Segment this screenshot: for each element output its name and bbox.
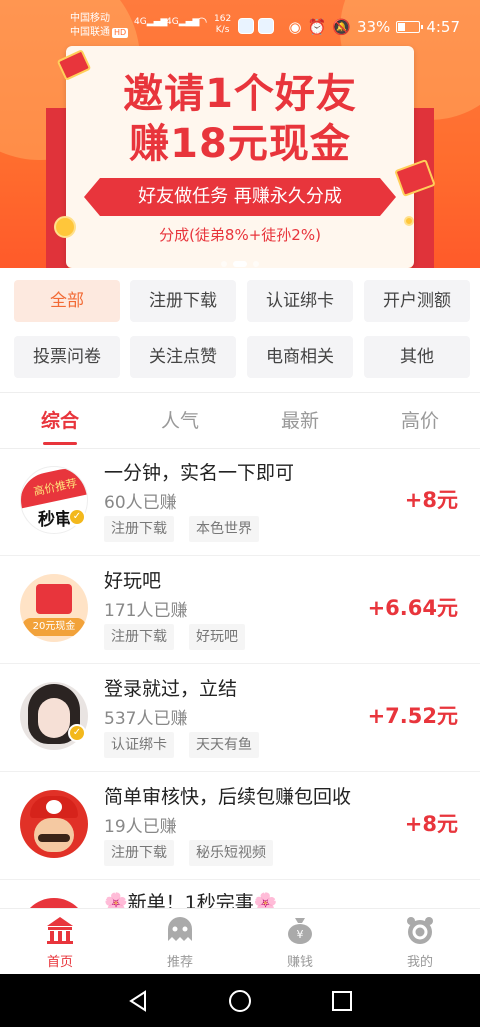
- task-reward: +7.52元: [367, 704, 458, 728]
- task-count: 171人已赚: [104, 601, 188, 621]
- status-right: ◉ ⏰ 🔕 33% 4:57: [289, 18, 461, 36]
- signal-2-icon: 4G▂▄▆: [166, 17, 200, 27]
- nav-label: 我的: [406, 955, 433, 970]
- nav-label: 赚钱: [286, 955, 313, 970]
- hd-badge: HD: [112, 28, 129, 38]
- nav-label: 首页: [46, 955, 73, 970]
- task-tag: 秘乐短视频: [189, 840, 273, 866]
- banner-ribbon-text: 好友做任务 再赚永久分成: [84, 178, 396, 216]
- category-ecommerce[interactable]: 电商相关: [247, 336, 353, 378]
- carousel-indicator: [0, 252, 480, 268]
- carrier-2: 中国联通: [70, 27, 110, 38]
- back-icon[interactable]: [126, 989, 150, 1013]
- eye-icon: ◉: [288, 18, 302, 36]
- battery-percent: 33%: [356, 18, 391, 36]
- battery-icon: [396, 21, 424, 33]
- banner-headline-1: 邀请1个好友: [123, 71, 357, 117]
- task-tag: 天天有鱼: [189, 732, 259, 758]
- task-reward: +8元: [404, 812, 458, 836]
- money-bag-icon: ¥: [288, 918, 312, 944]
- system-nav-bar: [0, 974, 480, 1027]
- nav-recommend[interactable]: 推荐: [120, 909, 240, 975]
- category-vote-survey[interactable]: 投票问卷: [14, 336, 120, 378]
- clock: 4:57: [426, 18, 460, 36]
- carousel-dot: [221, 261, 227, 267]
- carousel-dot: [253, 261, 259, 267]
- tab-high-price[interactable]: 高价: [360, 406, 480, 433]
- task-count: 537人已赚: [104, 709, 188, 729]
- nav-profile[interactable]: 我的: [360, 909, 480, 975]
- task-item[interactable]: ✓ 登录就过，立结 537人已赚 认证绑卡 天天有鱼 +7.52元: [0, 664, 480, 772]
- task-title: 好玩吧: [104, 570, 162, 592]
- home-circle-icon[interactable]: [228, 989, 252, 1013]
- divider: [0, 392, 480, 393]
- task-count: 60人已赚: [104, 493, 177, 513]
- verified-icon: ✓: [68, 724, 86, 742]
- banner-headline-2: 赚18元现金: [129, 121, 351, 167]
- carrier-info: 中国移动 中国联通 HD: [70, 12, 129, 40]
- task-title: 一分钟，实名一下即可: [104, 462, 295, 484]
- network-speed: 162 K/s: [214, 14, 232, 35]
- task-reward: +8元: [404, 488, 458, 512]
- avatar-cap-logo: [46, 800, 62, 814]
- category-all[interactable]: 全部: [14, 280, 120, 322]
- home-icon: [47, 917, 73, 944]
- nav-earn[interactable]: ¥ 赚钱: [240, 909, 360, 975]
- avatar-mustache: [38, 834, 70, 842]
- category-register-download[interactable]: 注册下载: [130, 280, 236, 322]
- task-reward: +6.64元: [367, 596, 458, 620]
- app-notification-icon: [238, 18, 254, 34]
- banner-share-text: 分成(徒弟8%+徒孙2%): [159, 226, 321, 244]
- task-item[interactable]: 20元现金 好玩吧 171人已赚 注册下载 好玩吧 +6.64元: [0, 556, 480, 664]
- status-bar: 中国移动 中国联通 HD 4G▂▄▆ 4G▂▄▆ ◠ 162 K/s ◉ ⏰ 🔕 …: [0, 0, 480, 42]
- carrier-1: 中国移动: [70, 13, 110, 24]
- avatar-label: 20元现金: [22, 618, 86, 636]
- mute-icon: 🔕: [332, 18, 351, 36]
- red-envelope-icon: [36, 584, 72, 614]
- task-tag: 注册下载: [104, 840, 174, 866]
- battery-level: [398, 23, 405, 31]
- category-account-test[interactable]: 开户测额: [364, 280, 470, 322]
- bottom-nav: 首页 推荐 ¥ 赚钱 我的: [0, 908, 480, 974]
- task-tag: 本色世界: [189, 516, 259, 542]
- task-item[interactable]: 简单审核快，后续包赚包回收 19人已赚 注册下载 秘乐短视频 +8元: [0, 772, 480, 880]
- nav-home[interactable]: 首页: [0, 909, 120, 975]
- task-tag: 注册下载: [104, 516, 174, 542]
- task-avatar: [20, 790, 88, 858]
- recommend-icon: [168, 917, 192, 941]
- task-title: 简单审核快，后续包赚包回收: [104, 786, 352, 808]
- task-tag: 注册下载: [104, 624, 174, 650]
- task-tag: 认证绑卡: [104, 732, 174, 758]
- task-item[interactable]: 高价推荐 秒审 ✓ 一分钟，实名一下即可 60人已赚 注册下载 本色世界 +8元: [0, 448, 480, 556]
- alarm-icon: ⏰: [307, 18, 327, 36]
- tab-comprehensive[interactable]: 综合: [0, 406, 120, 433]
- task-title: 登录就过，立结: [104, 678, 238, 700]
- avatar-top-label: 高价推荐: [21, 467, 87, 509]
- app-notification-icon: [258, 18, 274, 34]
- tab-active-indicator: [43, 442, 77, 445]
- task-tag: 好玩吧: [189, 624, 245, 650]
- nav-label: 推荐: [166, 955, 193, 970]
- app-screen: 中国移动 中国联通 HD 4G▂▄▆ 4G▂▄▆ ◠ 162 K/s ◉ ⏰ 🔕 …: [0, 0, 480, 1027]
- category-verify-card[interactable]: 认证绑卡: [247, 280, 353, 322]
- profile-icon: [407, 917, 433, 944]
- task-avatar: 20元现金: [20, 574, 88, 642]
- avatar-face: [38, 698, 70, 738]
- verified-icon: ✓: [68, 508, 86, 526]
- tab-newest[interactable]: 最新: [240, 406, 360, 433]
- svg-text:¥: ¥: [297, 928, 304, 941]
- category-other[interactable]: 其他: [364, 336, 470, 378]
- signal-1-icon: 4G▂▄▆: [134, 17, 168, 27]
- promo-banner[interactable]: 中国移动 中国联通 HD 4G▂▄▆ 4G▂▄▆ ◠ 162 K/s ◉ ⏰ 🔕 …: [0, 0, 480, 268]
- carousel-dot: [233, 261, 247, 267]
- task-count: 19人已赚: [104, 817, 177, 837]
- recents-icon[interactable]: [330, 989, 354, 1013]
- tab-popular[interactable]: 人气: [120, 406, 240, 433]
- category-follow-like[interactable]: 关注点赞: [130, 336, 236, 378]
- wifi-icon: ◠: [196, 15, 208, 30]
